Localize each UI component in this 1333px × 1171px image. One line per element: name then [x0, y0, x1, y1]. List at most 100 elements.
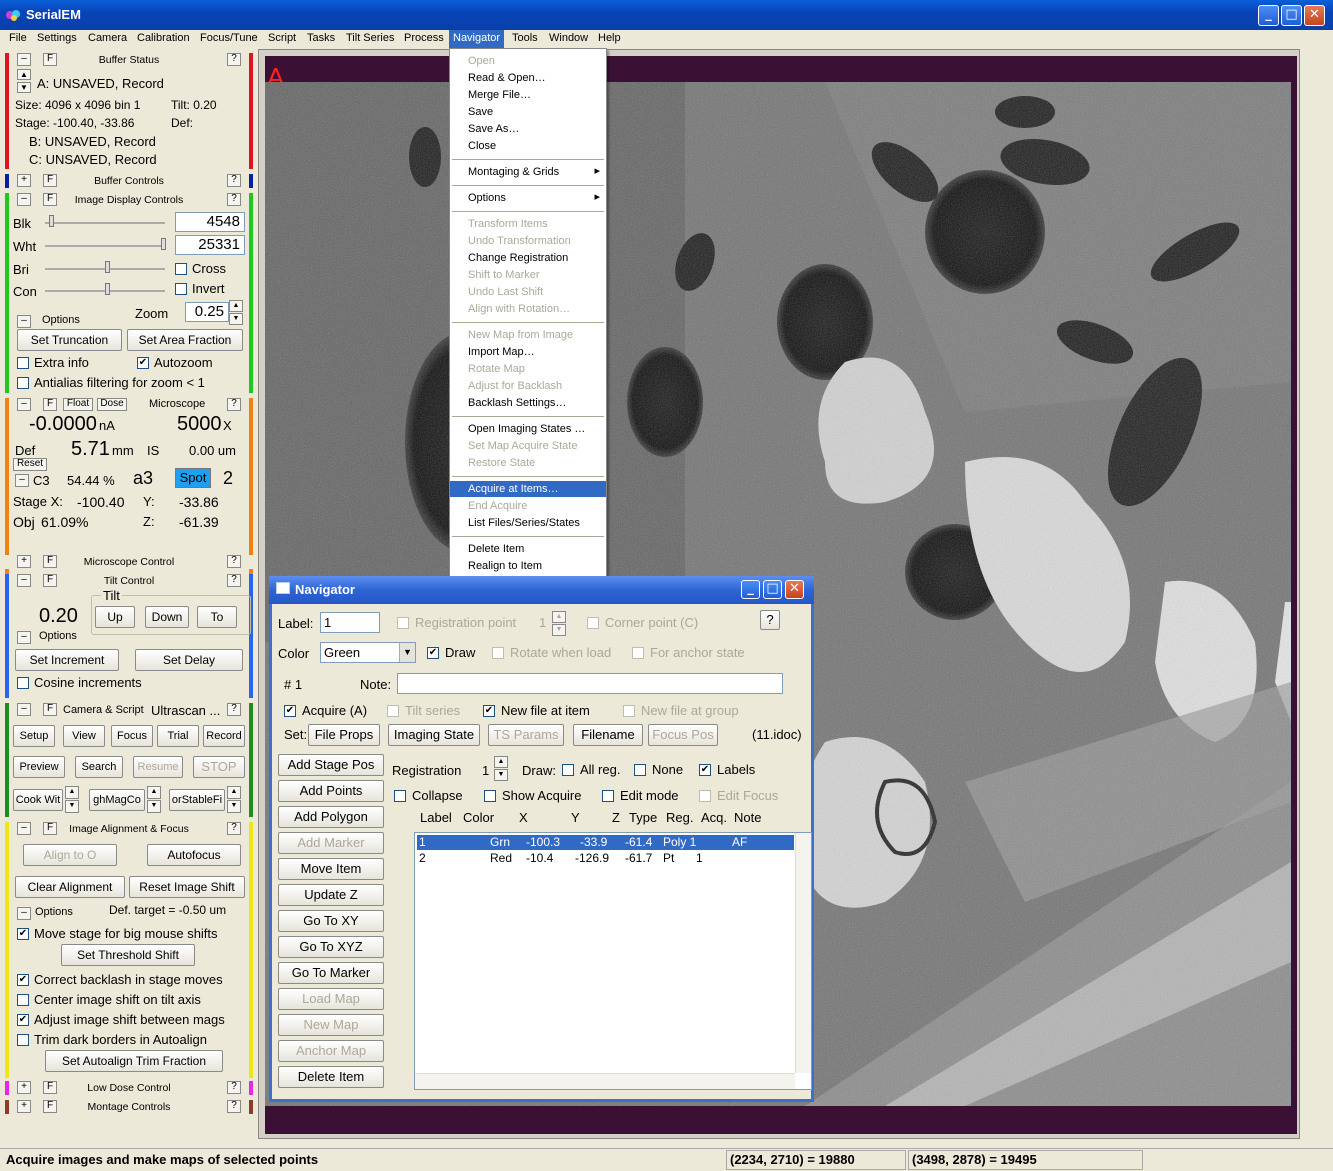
- help-button[interactable]: ?: [227, 822, 241, 835]
- menu-item-close[interactable]: Close: [450, 138, 606, 154]
- menu-item-undo-transformation[interactable]: Undo Transformation: [450, 233, 606, 249]
- registration-up-icon[interactable]: ▲: [494, 756, 508, 768]
- move-item-button[interactable]: Move Item: [278, 858, 384, 880]
- new-map-button[interactable]: New Map: [278, 1014, 384, 1036]
- menu-process[interactable]: Process: [404, 32, 444, 44]
- nav-maximize-button[interactable]: □: [763, 580, 782, 599]
- zoom-field[interactable]: 0.25: [185, 302, 229, 322]
- menu-item-montaging-grids[interactable]: Montaging & Grids: [450, 164, 606, 180]
- wht-slider-thumb[interactable]: [161, 238, 166, 250]
- update-z-button[interactable]: Update Z: [278, 884, 384, 906]
- vertical-scrollbar[interactable]: [795, 833, 811, 1073]
- trim-dark-checkbox[interactable]: [17, 1034, 29, 1046]
- rotate-when-load-checkbox[interactable]: [492, 647, 504, 659]
- set-increment-button[interactable]: Set Increment: [15, 649, 119, 671]
- antialias-checkbox[interactable]: [17, 377, 29, 389]
- add-stage-pos-button[interactable]: Add Stage Pos: [278, 754, 384, 776]
- labels-checkbox[interactable]: ✔: [699, 764, 711, 776]
- script-2-down-icon[interactable]: ▼: [147, 800, 161, 813]
- corner-point-checkbox[interactable]: [587, 617, 599, 629]
- bri-slider-thumb[interactable]: [105, 261, 110, 273]
- menu-item-set-map-acquire-state[interactable]: Set Map Acquire State: [450, 438, 606, 454]
- help-button[interactable]: ?: [760, 610, 780, 630]
- menu-camera[interactable]: Camera: [88, 32, 127, 44]
- menu-item-transform-items[interactable]: Transform Items: [450, 216, 606, 232]
- reset-image-shift-button[interactable]: Reset Image Shift: [129, 876, 245, 898]
- reg-point-up-icon[interactable]: ▲: [552, 611, 566, 623]
- clear-alignment-button[interactable]: Clear Alignment: [15, 876, 125, 898]
- nav-minimize-button[interactable]: _: [741, 580, 760, 599]
- close-button[interactable]: ✕: [1304, 5, 1325, 26]
- menu-item-merge-file[interactable]: Merge File…: [450, 87, 606, 103]
- blk-slider[interactable]: [45, 222, 165, 224]
- table-row[interactable]: 2 Red -10.4 -126.9 -61.7 Pt 1: [417, 851, 794, 866]
- help-button[interactable]: ?: [227, 53, 241, 66]
- script-1-button[interactable]: Cook Wit: [13, 789, 63, 811]
- registration-down-icon[interactable]: ▼: [494, 769, 508, 781]
- search-button[interactable]: Search: [75, 756, 123, 778]
- menu-window[interactable]: Window: [549, 32, 588, 44]
- menu-item-adjust-for-backlash[interactable]: Adjust for Backlash: [450, 378, 606, 394]
- menu-item-change-registration[interactable]: Change Registration: [450, 250, 606, 266]
- full-button[interactable]: F: [43, 398, 57, 411]
- menu-settings[interactable]: Settings: [37, 32, 77, 44]
- set-delay-button[interactable]: Set Delay: [135, 649, 243, 671]
- wht-value-field[interactable]: 25331: [175, 235, 245, 255]
- view-button[interactable]: View: [63, 725, 105, 747]
- tilt-series-checkbox[interactable]: [387, 705, 399, 717]
- help-button[interactable]: ?: [227, 555, 241, 568]
- menu-item-end-acquire[interactable]: End Acquire: [450, 498, 606, 514]
- maximize-button[interactable]: □: [1281, 5, 1302, 26]
- menu-item-rotate-map[interactable]: Rotate Map: [450, 361, 606, 377]
- menu-item-new-map-from-image[interactable]: New Map from Image: [450, 327, 606, 343]
- menu-item-save[interactable]: Save: [450, 104, 606, 120]
- menu-item-open[interactable]: Open: [450, 53, 606, 69]
- menu-script[interactable]: Script: [268, 32, 296, 44]
- filename-button[interactable]: Filename: [573, 724, 643, 746]
- draw-checkbox[interactable]: ✔: [427, 647, 439, 659]
- collapse-button[interactable]: –: [17, 703, 31, 716]
- script-3-button[interactable]: orStableFi: [169, 789, 225, 811]
- horizontal-scrollbar[interactable]: [415, 1073, 795, 1089]
- full-button[interactable]: F: [43, 703, 57, 716]
- correct-backlash-checkbox[interactable]: ✔: [17, 974, 29, 986]
- help-button[interactable]: ?: [227, 398, 241, 411]
- dose-button[interactable]: Dose: [97, 398, 127, 411]
- go-to-marker-button[interactable]: Go To Marker: [278, 962, 384, 984]
- options-toggle[interactable]: –: [17, 907, 31, 920]
- zoom-up-icon[interactable]: ▲: [229, 300, 243, 312]
- load-map-button[interactable]: Load Map: [278, 988, 384, 1010]
- center-image-shift-checkbox[interactable]: [17, 994, 29, 1006]
- add-marker-button[interactable]: Add Marker: [278, 832, 384, 854]
- cross-checkbox[interactable]: [175, 263, 187, 275]
- collapse-button[interactable]: –: [15, 474, 29, 487]
- menu-item-restore-state[interactable]: Restore State: [450, 455, 606, 471]
- tilt-to-button[interactable]: To: [197, 606, 237, 628]
- spin-up-icon[interactable]: ▲: [17, 69, 31, 80]
- help-button[interactable]: ?: [227, 703, 241, 716]
- resume-button[interactable]: Resume: [133, 756, 183, 778]
- menu-item-undo-last-shift[interactable]: Undo Last Shift: [450, 284, 606, 300]
- extra-info-checkbox[interactable]: [17, 357, 29, 369]
- go-to-xyz-button[interactable]: Go To XYZ: [278, 936, 384, 958]
- script-1-up-icon[interactable]: ▲: [65, 786, 79, 799]
- nav-close-button[interactable]: ✕: [785, 580, 804, 599]
- spot-button[interactable]: Spot: [175, 468, 211, 488]
- file-props-button[interactable]: File Props: [308, 724, 380, 746]
- autozoom-checkbox[interactable]: ✔: [137, 357, 149, 369]
- menu-item-delete-item[interactable]: Delete Item: [450, 541, 606, 557]
- go-to-xy-button[interactable]: Go To XY: [278, 910, 384, 932]
- collapse-button[interactable]: –: [17, 398, 31, 411]
- float-button[interactable]: Float: [63, 398, 93, 411]
- script-3-down-icon[interactable]: ▼: [227, 800, 241, 813]
- navigator-title-bar[interactable]: Navigator _ □ ✕: [269, 576, 814, 604]
- menu-item-align-with-rotation[interactable]: Align with Rotation…: [450, 301, 606, 317]
- move-stage-checkbox[interactable]: ✔: [17, 928, 29, 940]
- trial-button[interactable]: Trial: [157, 725, 199, 747]
- adjust-image-shift-checkbox[interactable]: ✔: [17, 1014, 29, 1026]
- blk-value-field[interactable]: 4548: [175, 212, 245, 232]
- minimize-button[interactable]: _: [1258, 5, 1279, 26]
- focus-button[interactable]: Focus: [111, 725, 153, 747]
- help-button[interactable]: ?: [227, 574, 241, 587]
- set-threshold-button[interactable]: Set Threshold Shift: [61, 944, 195, 966]
